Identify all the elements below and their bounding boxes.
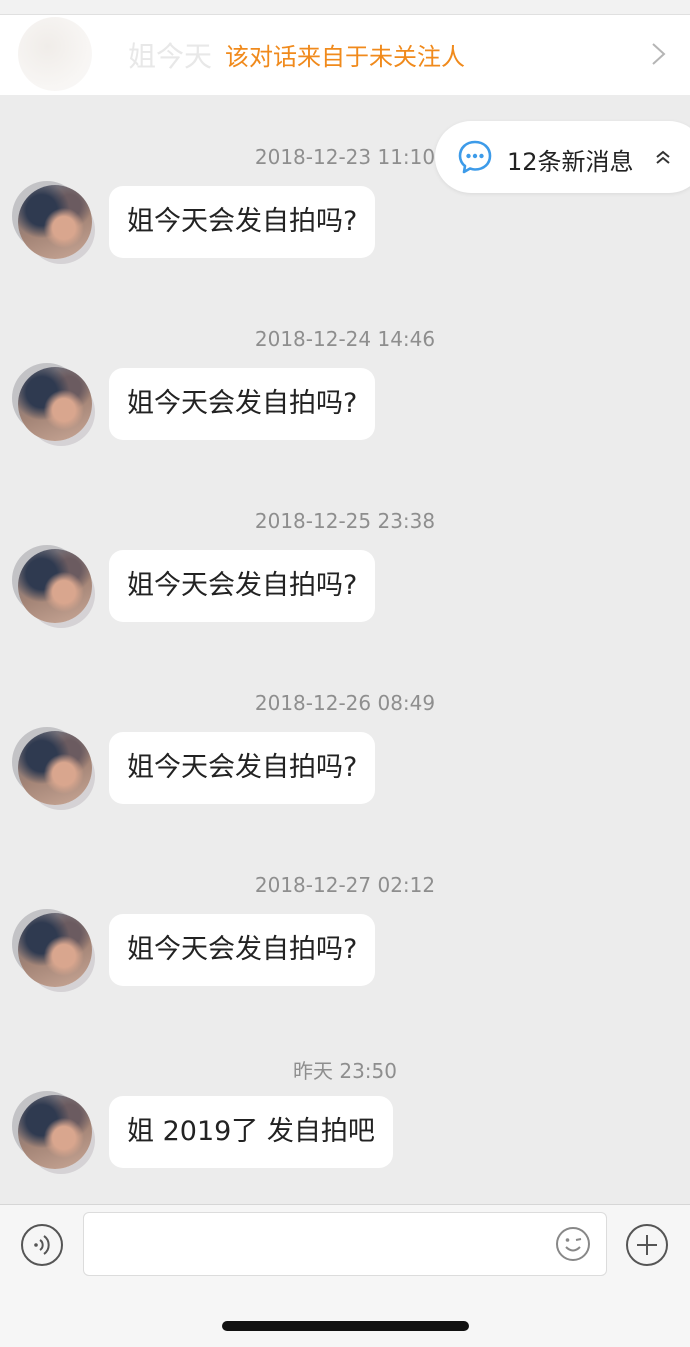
banner-message: 该对话来自于未关注人: [225, 43, 465, 71]
chevron-right-icon: [652, 43, 666, 65]
message-timestamp: 2018-12-27 02:12: [254, 873, 436, 897]
new-messages-label: 12条新消息: [507, 148, 634, 176]
emoji-icon[interactable]: [554, 1225, 592, 1263]
message-bubble[interactable]: 姐今天会发自拍吗?: [109, 368, 376, 440]
message-bubble[interactable]: 姐今天会发自拍吗?: [109, 186, 376, 258]
avatar[interactable]: [18, 367, 92, 441]
avatar[interactable]: [18, 913, 92, 987]
avatar[interactable]: [18, 549, 92, 623]
message-item: 2018-12-24 14:46 姐今天会发自拍吗?: [0, 327, 690, 457]
message-bubble[interactable]: 姐 2019了 发自拍吧: [109, 1096, 393, 1168]
message-timestamp: 2018-12-24 14:46: [254, 327, 436, 351]
home-indicator[interactable]: [222, 1321, 469, 1331]
avatar[interactable]: [18, 1095, 92, 1169]
stranger-banner[interactable]: 姐今天 该对话来自于未关注人: [0, 15, 690, 95]
plus-icon[interactable]: [625, 1223, 669, 1267]
voice-icon[interactable]: [20, 1223, 64, 1267]
message-timestamp: 2018-12-26 08:49: [254, 691, 436, 715]
message-item: 2018-12-25 23:38 姐今天会发自拍吗?: [0, 509, 690, 639]
message-item: 2018-12-27 02:12 姐今天会发自拍吗?: [0, 873, 690, 1003]
message-bubble[interactable]: 姐今天会发自拍吗?: [109, 550, 376, 622]
message-timestamp: 昨天 23:50: [293, 1059, 397, 1083]
message-item: 2018-12-26 08:49 姐今天会发自拍吗?: [0, 691, 690, 821]
message-timestamp: 2018-12-25 23:38: [254, 509, 436, 533]
message-item: 昨天 23:50 姐 2019了 发自拍吧: [0, 1055, 690, 1185]
double-chevron-up-icon: [656, 150, 670, 164]
message-bubble[interactable]: 姐今天会发自拍吗?: [109, 732, 376, 804]
message-bubble[interactable]: 姐今天会发自拍吗?: [109, 914, 376, 986]
status-strip: [0, 0, 690, 15]
avatar[interactable]: [18, 731, 92, 805]
message-input[interactable]: [83, 1212, 607, 1276]
avatar[interactable]: [18, 185, 92, 259]
chat-bubble-icon: [458, 140, 492, 174]
new-messages-pill[interactable]: 12条新消息: [435, 121, 690, 193]
